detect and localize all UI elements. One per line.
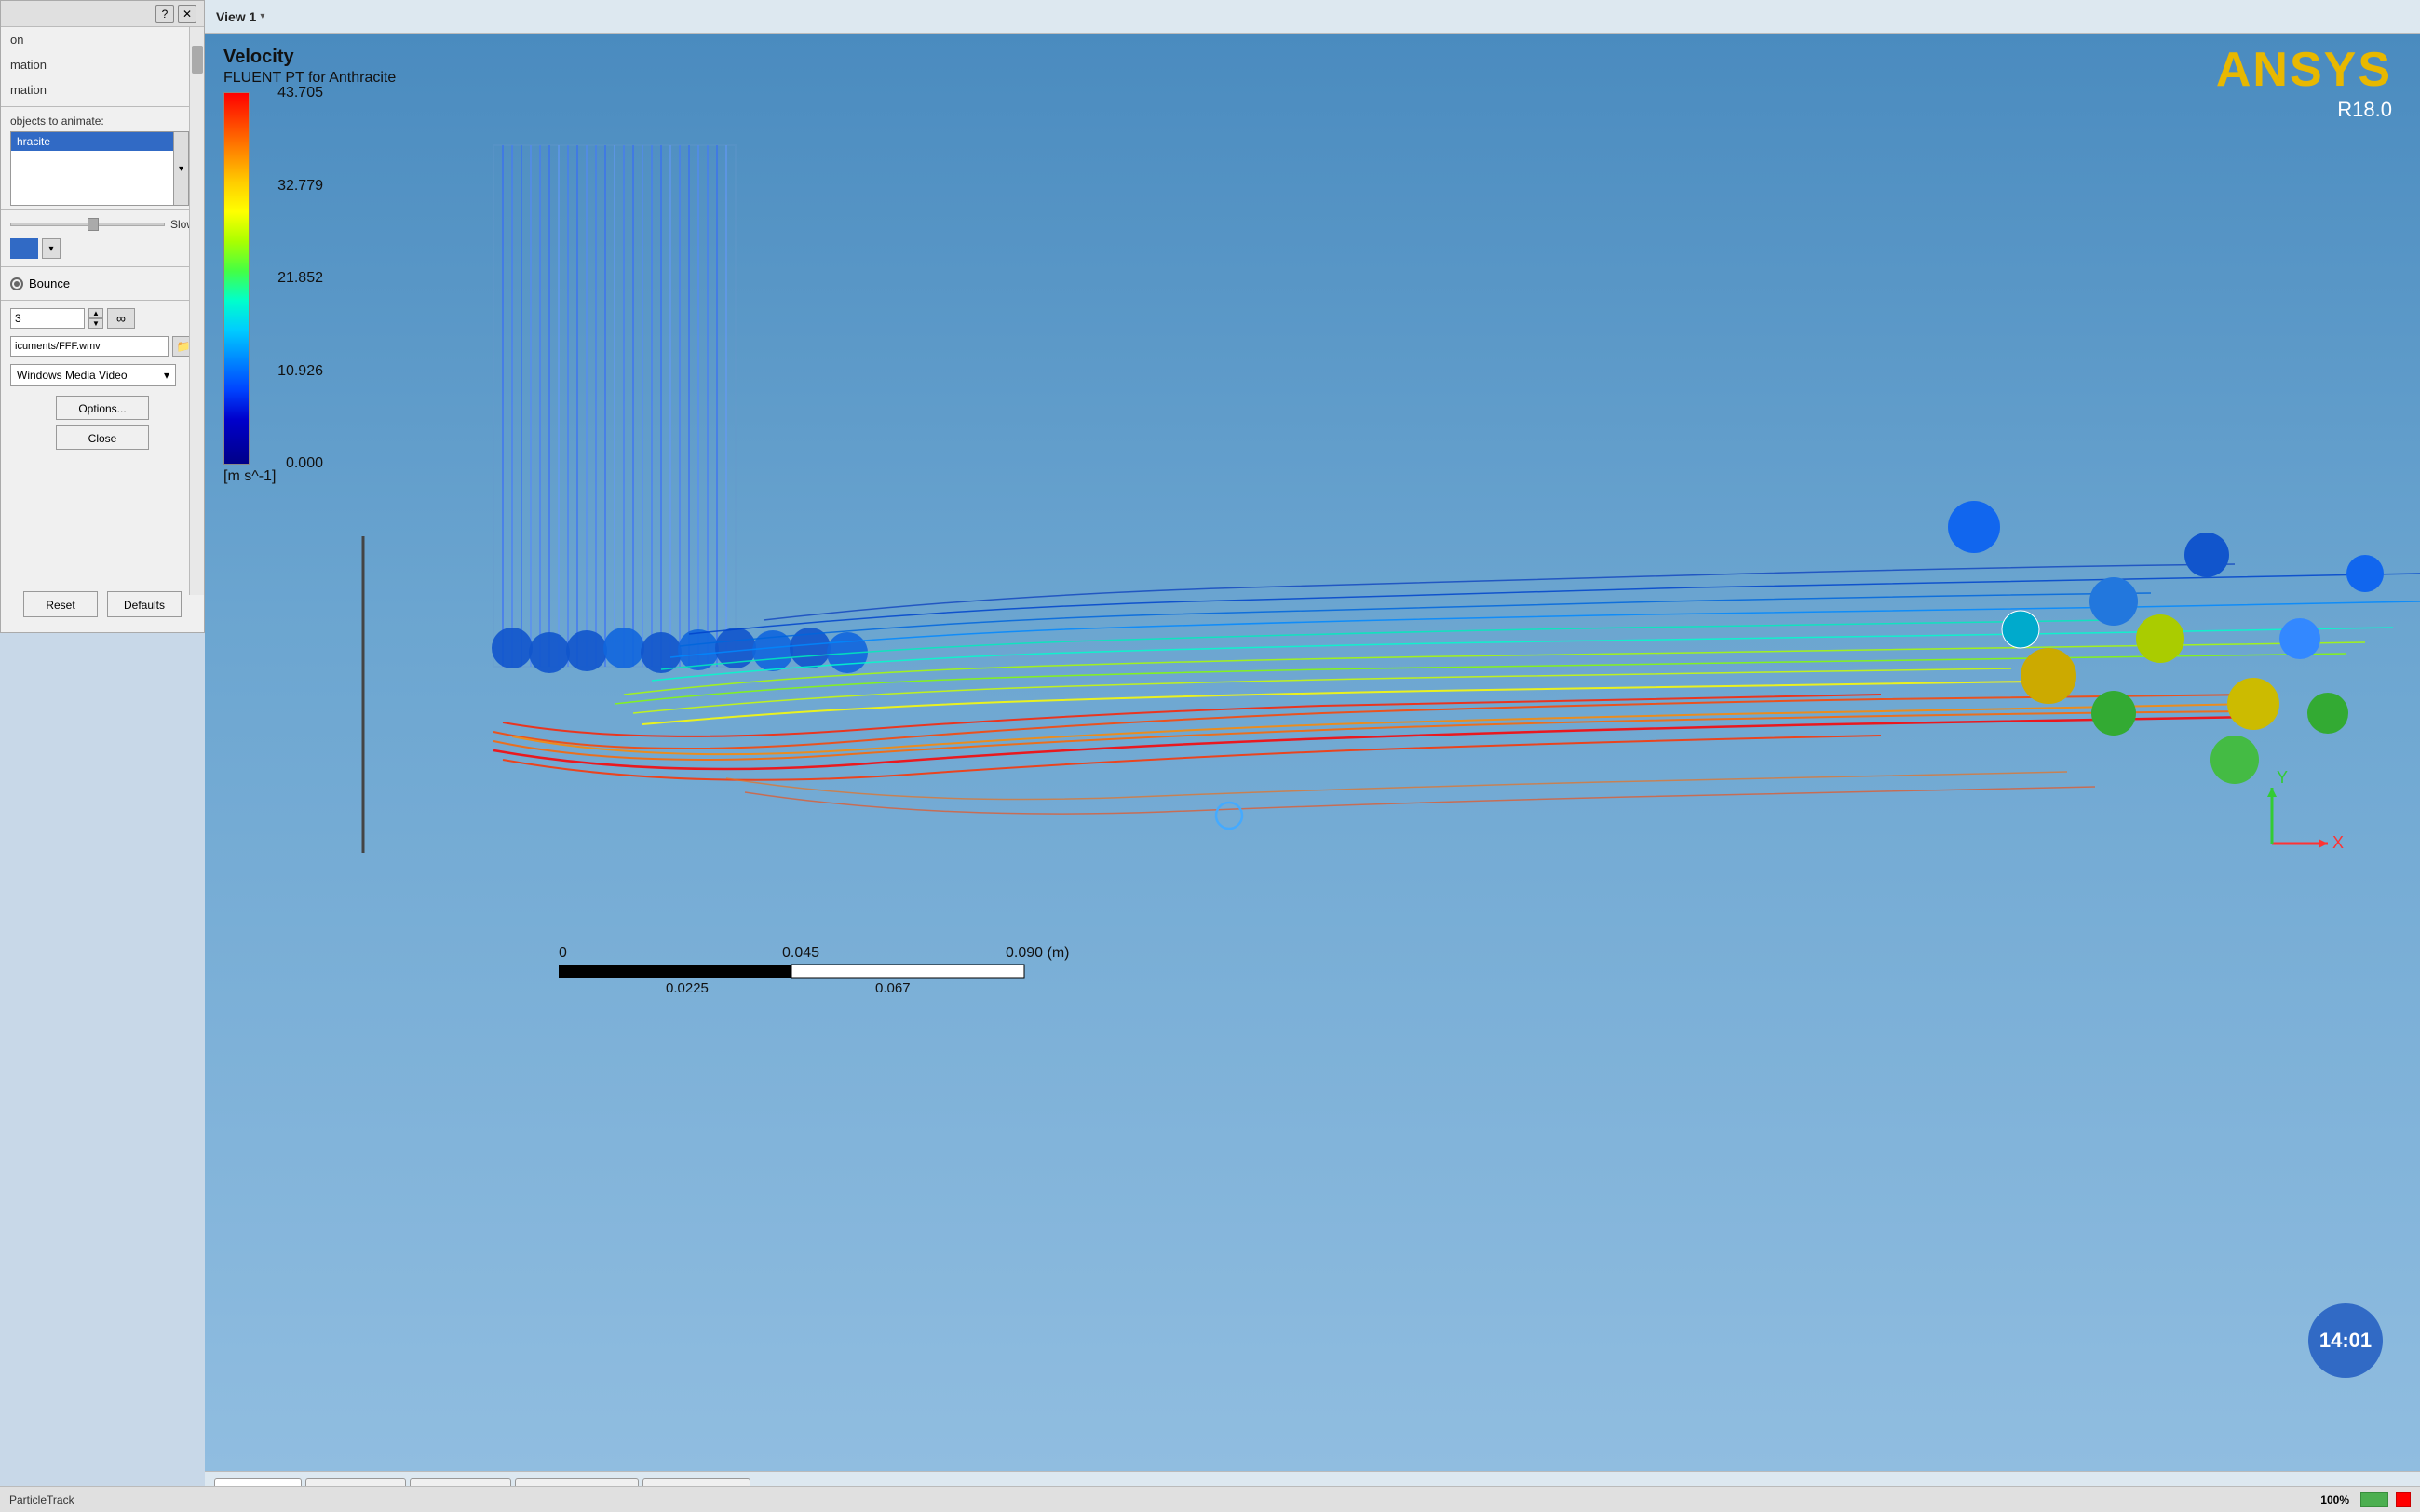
section-mation1: mation: [1, 52, 204, 77]
options-button[interactable]: Options...: [56, 396, 149, 420]
options-section: Options... Close: [1, 396, 204, 450]
help-button[interactable]: ?: [155, 5, 174, 23]
panel-titlebar: ? ✕: [1, 1, 204, 27]
spinner-down[interactable]: ▼: [88, 318, 103, 329]
progress-bar-green: [2360, 1492, 2388, 1507]
spinner-buttons: ▲ ▼: [88, 308, 103, 329]
bounce-label: Bounce: [29, 277, 70, 290]
svg-text:0.045: 0.045: [782, 945, 819, 961]
close-panel-button[interactable]: ✕: [178, 5, 196, 23]
format-row: Windows Media Video ▾: [1, 360, 204, 390]
format-label: Windows Media Video: [17, 369, 128, 382]
tick-4: 10.926: [277, 363, 323, 380]
radio-dot: [14, 281, 20, 287]
close-dialog-button[interactable]: Close: [56, 425, 149, 450]
left-panel: ? ✕ on mation mation objects to animate:…: [0, 0, 205, 633]
progress-value: 100%: [2320, 1493, 2349, 1506]
speed-slider-track[interactable]: [10, 223, 165, 226]
svg-text:0.090 (m): 0.090 (m): [1006, 945, 1069, 961]
ansys-logo: ANSYS R18.0: [2216, 42, 2392, 122]
file-path-input[interactable]: [10, 336, 169, 357]
section-on: on: [1, 27, 204, 52]
view-title: View 1: [216, 9, 256, 24]
speed-slider-row: Slow: [1, 214, 204, 235]
tick-min: 0.000: [286, 455, 323, 472]
objects-listbox[interactable]: hracite ▾: [10, 131, 189, 206]
spinner-up[interactable]: ▲: [88, 308, 103, 318]
section-mation2: mation: [1, 77, 204, 102]
svg-text:0.067: 0.067: [875, 980, 911, 996]
reset-button[interactable]: Reset: [23, 591, 98, 617]
view-dropdown-arrow[interactable]: ▾: [260, 11, 264, 21]
colorbar-gradient: 43.705 32.779 21.852 10.926 0.000: [223, 92, 250, 465]
svg-text:0: 0: [559, 945, 567, 961]
number-input-row: ▲ ▼ ∞: [1, 304, 204, 332]
timer-badge: 14:01: [2308, 1303, 2383, 1378]
file-path-row: 📁: [1, 332, 204, 360]
defaults-button[interactable]: Defaults: [107, 591, 182, 617]
number-input[interactable]: [10, 308, 85, 329]
colorbar-title: Velocity: [223, 47, 396, 68]
svg-text:X: X: [2332, 833, 2344, 852]
play-step-dropdown[interactable]: [10, 238, 38, 259]
panel-bottom-buttons: Reset Defaults: [1, 584, 204, 625]
main-viewport: View 1 ▾ ANSYS R18.0 Velocity FLUENT PT …: [205, 0, 2420, 1471]
format-dropdown[interactable]: Windows Media Video ▾: [10, 364, 176, 386]
bounce-radio-row: Bounce: [1, 271, 204, 296]
tick-max: 43.705: [277, 85, 323, 101]
tick-3: 21.852: [277, 270, 323, 287]
speed-slider-thumb[interactable]: [88, 218, 99, 231]
tick-2: 32.779: [277, 178, 323, 195]
panel-scrollbar[interactable]: [189, 27, 204, 595]
format-arrow: ▾: [164, 369, 169, 382]
svg-text:Y: Y: [2277, 768, 2288, 787]
play-controls-row: ▾: [1, 235, 204, 263]
stop-indicator: [2396, 1492, 2411, 1507]
colorbar: Velocity FLUENT PT for Anthracite 43.705…: [223, 47, 396, 485]
status-bar: ParticleTrack 100%: [0, 1486, 2420, 1512]
dropdown-arrow-button[interactable]: ▾: [42, 238, 61, 259]
svg-text:0.0225: 0.0225: [666, 980, 709, 996]
listbox-item[interactable]: hracite: [11, 132, 188, 151]
ansys-version: R18.0: [2216, 98, 2392, 122]
listbox-dropdown-arrow[interactable]: ▾: [173, 132, 188, 205]
infinity-button[interactable]: ∞: [107, 308, 135, 329]
particle-track-label: ParticleTrack: [9, 1493, 74, 1506]
visualization-canvas: X Y 0 0.045 0.090 (m) 0.0225 0.067: [205, 34, 2420, 1471]
ansys-logo-text: ANSYS: [2216, 42, 2392, 98]
bounce-radio[interactable]: [10, 277, 23, 290]
scroll-thumb: [192, 46, 203, 74]
progress-section: 100%: [2320, 1492, 2411, 1507]
objects-label: objects to animate:: [1, 111, 204, 129]
view-header: View 1 ▾: [205, 0, 2420, 34]
